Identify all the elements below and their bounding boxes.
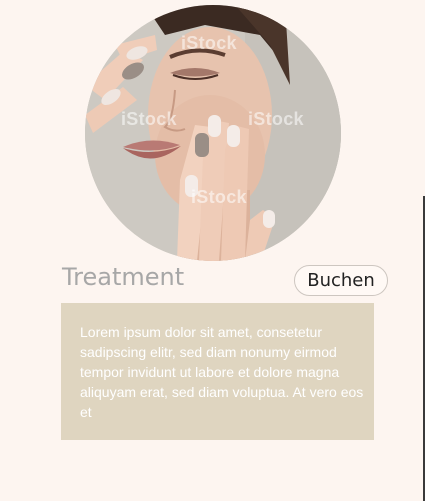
watermark-text: iStock: [248, 109, 304, 129]
watermark-text: iStock: [181, 33, 237, 53]
watermark-text: iStock: [191, 187, 247, 207]
book-button[interactable]: Buchen: [294, 265, 388, 296]
description-box: Lorem ipsum dolor sit amet, consetetur s…: [61, 303, 374, 440]
treatment-title: Treatment: [62, 263, 185, 291]
treatment-card: iStock iStock iStock iStock Treatment Bu…: [0, 0, 425, 501]
watermark-text: iStock: [121, 109, 177, 129]
treatment-photo: iStock iStock iStock iStock: [85, 5, 341, 261]
description-text: Lorem ipsum dolor sit amet, consetetur s…: [80, 324, 364, 420]
